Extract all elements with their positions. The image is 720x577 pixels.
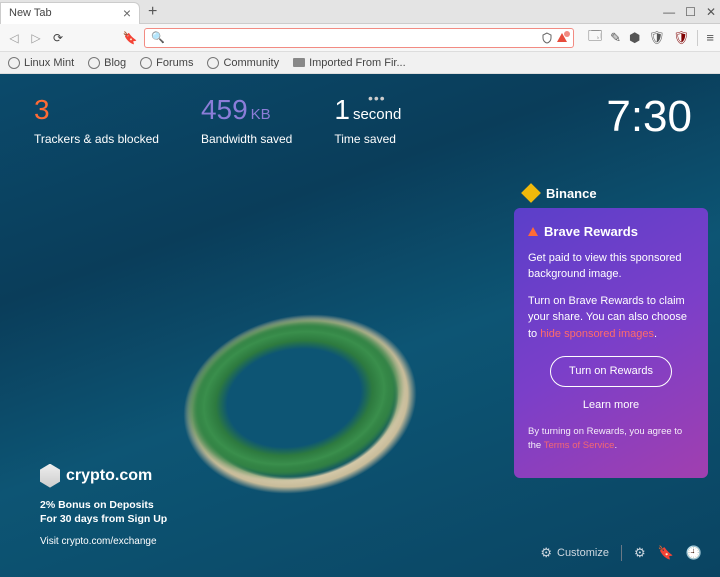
stats-row: 3 Trackers & ads blocked 459KB Bandwidth… [34, 94, 401, 146]
browser-tab[interactable]: New Tab × [0, 2, 140, 24]
bookmark-label: Imported From Fir... [309, 57, 406, 69]
forward-button[interactable]: ▷ [28, 30, 44, 46]
settings-icon[interactable]: ⚙ [634, 545, 646, 561]
bookmark-label: Forums [156, 57, 193, 69]
stats-menu-button[interactable]: ••• [368, 90, 386, 106]
sliders-icon: ⚙ [540, 545, 552, 561]
close-tab-icon[interactable]: × [123, 5, 131, 21]
extension-icon[interactable]: 🗔 [588, 27, 602, 49]
clock: 7:30 [606, 92, 692, 142]
binance-widget[interactable]: Binance [514, 180, 708, 206]
divider [697, 30, 698, 46]
address-bar[interactable]: 🔍 [144, 28, 574, 48]
customize-label: Customize [557, 547, 609, 559]
rewards-panel: Brave Rewards Get paid to view this spon… [514, 208, 708, 478]
bookmark-item[interactable]: Blog [88, 57, 126, 69]
extension-icon[interactable]: 🛡 [648, 30, 665, 46]
rewards-text: Turn on Brave Rewards to claim your shar… [528, 293, 694, 343]
bookmark-label: Blog [104, 57, 126, 69]
toolbar: ◁ ▷ ⟳ 🔖 🔍 🗔 ✎ ⬢ 🛡 🛡 ≡ [0, 24, 720, 52]
reload-button[interactable]: ⟳ [50, 30, 66, 46]
globe-icon [140, 57, 152, 69]
bookmarks-icon[interactable]: 🔖 [658, 545, 674, 561]
bookmark-label: Community [223, 57, 279, 69]
cryptocom-icon [40, 464, 60, 488]
minimize-button[interactable]: — [663, 5, 675, 19]
bottom-controls: ⚙ Customize ⚙ 🔖 🕘 [540, 545, 702, 561]
background-island [130, 274, 470, 534]
back-button[interactable]: ◁ [6, 30, 22, 46]
tab-strip: New Tab × + — ☐ ✕ [0, 0, 720, 24]
learn-more-link[interactable]: Learn more [528, 397, 694, 414]
sponsor-logo[interactable]: crypto.com [40, 464, 167, 488]
sponsor-line: For 30 days from Sign Up [40, 512, 167, 527]
sponsor-visit-link[interactable]: Visit crypto.com/exchange [40, 535, 167, 549]
sponsor-line: 2% Bonus on Deposits [40, 498, 167, 513]
stat-unit: second [353, 106, 401, 123]
extension-icons: 🗔 ✎ ⬢ 🛡 🛡 ≡ [588, 27, 714, 49]
binance-label: Binance [546, 186, 597, 201]
bookmark-label: Linux Mint [24, 57, 74, 69]
sponsor-block: crypto.com 2% Bonus on Deposits For 30 d… [40, 464, 167, 549]
new-tab-button[interactable]: + [148, 3, 157, 21]
stat-label: Bandwidth saved [201, 132, 292, 146]
stat-value: 1 [334, 94, 350, 125]
hide-sponsored-link[interactable]: hide sponsored images [540, 328, 654, 340]
bookmark-item[interactable]: Forums [140, 57, 193, 69]
sponsor-brand: crypto.com [66, 467, 152, 485]
stat-unit: KB [251, 106, 271, 123]
stat-label: Trackers & ads blocked [34, 132, 159, 146]
close-window-button[interactable]: ✕ [706, 5, 716, 19]
bookmark-item[interactable]: Community [207, 57, 279, 69]
rewards-disclaimer: By turning on Rewards, you agree to the … [528, 425, 694, 454]
tos-link[interactable]: Terms of Service [544, 440, 615, 451]
bookmark-icon[interactable]: 🔖 [122, 30, 138, 46]
globe-icon [207, 57, 219, 69]
tab-title: New Tab [9, 7, 52, 19]
extension-icon[interactable]: ✎ [610, 30, 621, 46]
bookmark-item[interactable]: Linux Mint [8, 57, 74, 69]
stat-value: 459 [201, 94, 248, 125]
globe-icon [88, 57, 100, 69]
rewards-title: Brave Rewards [544, 222, 638, 242]
new-tab-page: 3 Trackers & ads blocked 459KB Bandwidth… [0, 74, 720, 577]
binance-icon [521, 183, 541, 203]
brave-rewards-icon[interactable] [557, 33, 567, 42]
ublock-icon[interactable]: 🛡 [673, 30, 690, 46]
maximize-button[interactable]: ☐ [685, 5, 696, 19]
stat-label: Time saved [334, 132, 401, 146]
turn-on-rewards-button[interactable]: Turn on Rewards [550, 356, 672, 387]
stat-trackers: 3 Trackers & ads blocked [34, 94, 159, 146]
window-controls: — ☐ ✕ [663, 5, 716, 19]
globe-icon [8, 57, 20, 69]
folder-icon [293, 58, 305, 67]
brave-triangle-icon [528, 227, 538, 236]
customize-button[interactable]: ⚙ Customize [540, 545, 609, 561]
bookmarks-bar: Linux Mint Blog Forums Community Importe… [0, 52, 720, 74]
menu-button[interactable]: ≡ [706, 30, 714, 45]
divider [621, 545, 622, 561]
search-icon: 🔍 [151, 31, 165, 44]
history-icon[interactable]: 🕘 [686, 545, 702, 561]
rewards-title-row: Brave Rewards [528, 222, 694, 242]
extension-icon[interactable]: ⬢ [629, 30, 640, 46]
stat-value: 3 [34, 94, 159, 126]
shield-icon[interactable] [541, 32, 553, 44]
rewards-text: Get paid to view this sponsored backgrou… [528, 250, 694, 283]
bookmark-folder[interactable]: Imported From Fir... [293, 57, 406, 69]
stat-bandwidth: 459KB Bandwidth saved [201, 94, 292, 146]
